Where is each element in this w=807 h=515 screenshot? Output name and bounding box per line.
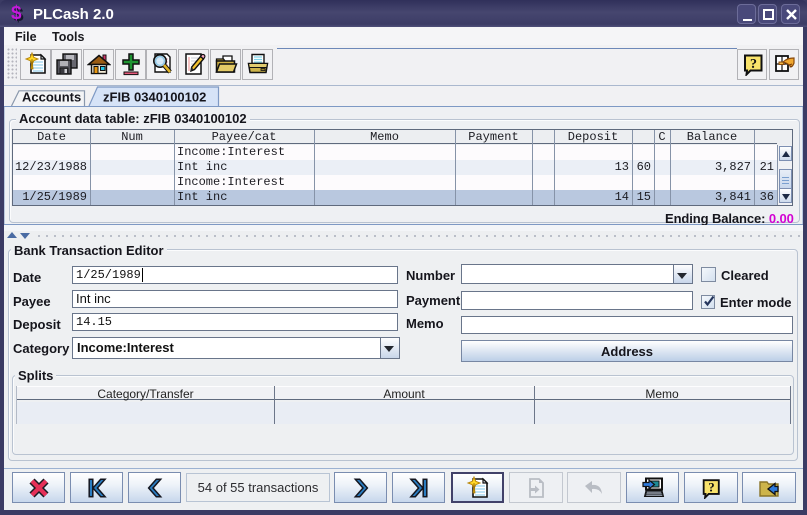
svg-text:?: ? [750,57,757,72]
svg-text:zFIB 0340100102: zFIB 0340100102 [103,90,206,105]
svg-text:?: ? [708,480,714,494]
svg-text:Accounts: Accounts [22,90,81,105]
